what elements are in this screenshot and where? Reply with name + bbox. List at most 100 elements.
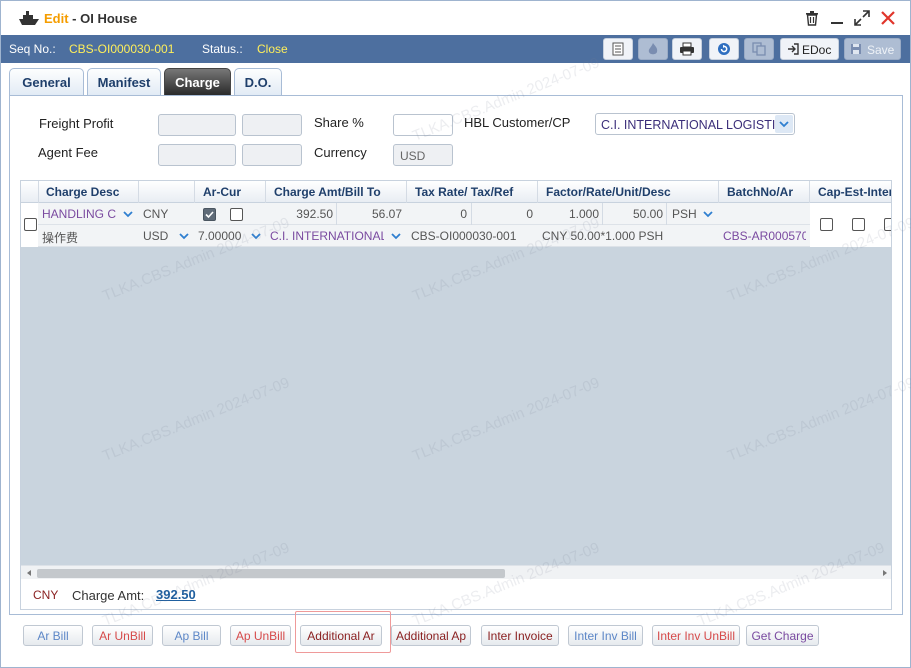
close-icon[interactable] [880, 10, 896, 26]
charge-amt-label: Charge Amt: [72, 588, 145, 603]
ar-unbill-button[interactable]: Ar UnBill [92, 625, 153, 646]
col-batchno: BatchNo/Ar [727, 185, 794, 199]
agent-fee-field-1 [158, 144, 236, 166]
horizontal-scrollbar[interactable] [21, 565, 891, 579]
col-charge-amt: Charge Amt/Bill To [274, 185, 381, 199]
ar-no-cell[interactable]: CBS-AR000570 [723, 229, 806, 243]
agent-fee-field-2 [242, 144, 302, 166]
table-row: 操作费 USD 7.00000 C.I. INTERNATIONAL CBS-O… [21, 225, 891, 247]
floppy-icon [851, 44, 861, 54]
chevron-down-icon[interactable] [248, 228, 264, 244]
row-selector-cell [21, 203, 38, 247]
inter-invoice-button[interactable]: Inter Invoice [481, 625, 559, 646]
print-button[interactable] [672, 38, 702, 60]
window-title: Edit - OI House [44, 11, 137, 26]
unit-cell[interactable]: PSH [672, 207, 697, 221]
charge-amt-value[interactable]: 392.50 [156, 587, 196, 602]
inter-inv-bill-button[interactable]: Inter Inv Bill [568, 625, 643, 646]
document-button[interactable] [603, 38, 633, 60]
ap-bill-button[interactable]: Ap Bill [162, 625, 221, 646]
status-label: Status.: [202, 42, 243, 56]
trash-icon[interactable] [804, 10, 820, 26]
arrow-left-icon[interactable] [25, 569, 33, 577]
hbl-customer-label: HBL Customer/CP [464, 115, 571, 130]
scrollbar-thumb[interactable] [37, 569, 505, 578]
get-charge-button[interactable]: Get Charge [746, 625, 819, 646]
maximize-icon[interactable] [854, 10, 870, 26]
hbl-customer-select[interactable]: C.I. INTERNATIONAL LOGISTICS [595, 113, 795, 135]
exchange-rate-cell[interactable]: 7.00000 [198, 229, 241, 243]
refresh-button[interactable] [709, 38, 739, 60]
refresh-icon [718, 43, 730, 55]
col-cap-est-inter: Cap-Est-Inter [818, 185, 892, 199]
seq-bar: Seq No.: CBS-OI000030-001 Status.: Close… [1, 35, 910, 63]
ar-cur-checkbox[interactable] [230, 208, 243, 221]
inter-checkbox[interactable] [884, 218, 891, 231]
share-input[interactable] [393, 114, 453, 136]
currency-label: Currency [314, 145, 367, 160]
ap-unbill-button[interactable]: Ap UnBill [230, 625, 291, 646]
row-select-checkbox[interactable] [24, 218, 37, 231]
table-row: HANDLING C CNY 392.50 56.07 0 0 1.000 50… [21, 203, 891, 225]
inter-inv-unbill-button[interactable]: Inter Inv UnBill [652, 625, 740, 646]
ar-bill-button[interactable]: Ar Bill [23, 625, 83, 646]
cell-divider [666, 203, 667, 225]
freight-profit-label: Freight Profit [39, 116, 114, 131]
tab-charge[interactable]: Charge [164, 68, 231, 95]
freight-profit-field-2 [242, 114, 302, 136]
factor-cell: 1.000 [568, 207, 599, 221]
reference-cell: CBS-OI000030-001 [411, 229, 517, 243]
copy-icon [752, 42, 766, 56]
currency-field: USD [393, 144, 453, 166]
charge-grid: Charge Desc Ar-Cur Charge Amt/Bill To Ta… [20, 180, 892, 610]
save-label: Save [867, 43, 895, 57]
footer-currency: CNY [33, 588, 59, 602]
chevron-down-icon[interactable] [176, 228, 192, 244]
col-ar-cur: Ar-Cur [203, 185, 241, 199]
est-checkbox[interactable] [852, 218, 865, 231]
ship-icon [19, 11, 39, 25]
tab-do[interactable]: D.O. [234, 68, 282, 95]
charge-code-cell[interactable]: HANDLING C [42, 207, 120, 221]
edoc-button[interactable]: EDoc [780, 38, 839, 60]
title-bar: Edit - OI House [1, 1, 910, 35]
additional-ap-button[interactable]: Additional Ap [391, 625, 471, 646]
grid-header: Charge Desc Ar-Cur Charge Amt/Bill To Ta… [21, 181, 892, 203]
fire-icon [648, 43, 658, 55]
tab-general[interactable]: General [9, 68, 84, 95]
seq-no-label: Seq No.: [9, 42, 56, 56]
title-separator: - [68, 11, 81, 26]
tax-rate-cell: 0 [460, 207, 467, 221]
chevron-down-icon[interactable] [775, 115, 793, 133]
cell-divider [602, 203, 603, 225]
description-cell: CNY 50.00*1.000 PSH [542, 229, 664, 243]
chevron-down-icon[interactable] [388, 228, 404, 244]
freight-profit-field-1 [158, 114, 236, 136]
printer-icon [680, 42, 694, 56]
chevron-down-icon[interactable] [120, 206, 136, 222]
ar-checkbox[interactable] [203, 208, 216, 221]
seq-no-value: CBS-OI000030-001 [69, 42, 175, 56]
minimize-icon[interactable] [829, 10, 845, 26]
edit-label: Edit [44, 11, 69, 26]
fire-button[interactable] [638, 38, 668, 60]
bill-currency-cell[interactable]: USD [143, 229, 168, 243]
cap-checkbox[interactable] [820, 218, 833, 231]
rate-cell: 50.00 [632, 207, 663, 221]
amount-cell: 392.50 [296, 207, 333, 221]
title-text: OI House [80, 11, 138, 26]
edoc-label: EDoc [802, 43, 832, 57]
arrow-right-icon[interactable] [881, 569, 889, 577]
chevron-down-icon[interactable] [700, 206, 716, 222]
agent-fee-label: Agent Fee [38, 145, 98, 160]
bill-to-cell[interactable]: C.I. INTERNATIONAL [270, 229, 384, 243]
share-label: Share % [314, 115, 364, 130]
additional-ar-button[interactable]: Additional Ar [300, 625, 382, 646]
tab-manifest[interactable]: Manifest [87, 68, 161, 95]
checkmark-icon [205, 211, 214, 219]
login-icon [788, 43, 799, 55]
save-button[interactable]: Save [844, 38, 901, 60]
copy-button[interactable] [744, 38, 774, 60]
oi-house-window: Edit - OI House Seq No.: CBS-OI000030-00… [0, 0, 911, 668]
tax-cell: 0 [526, 207, 533, 221]
